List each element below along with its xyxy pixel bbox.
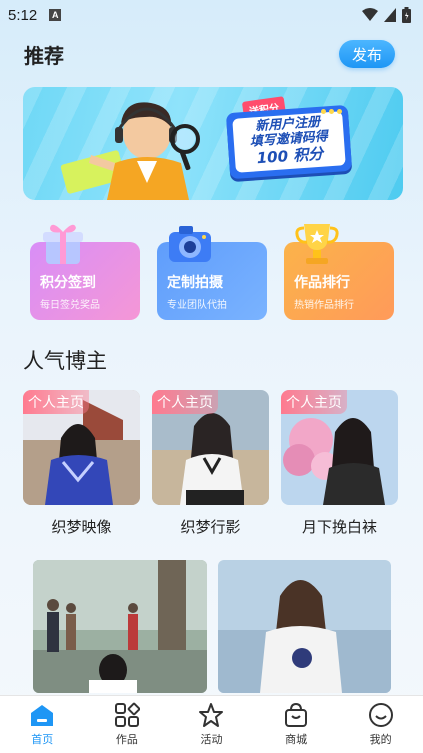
tab-label: 活动 bbox=[200, 733, 223, 746]
smiley-user-icon bbox=[368, 703, 393, 727]
cartoon-detective-illustration bbox=[89, 102, 200, 200]
tab-works[interactable]: 作品 bbox=[97, 702, 157, 747]
section-title: 人气博主 bbox=[23, 349, 107, 373]
profile-badge: 个人主页 bbox=[281, 390, 347, 414]
camera-icon bbox=[169, 226, 211, 262]
tab-home[interactable]: 首页 bbox=[12, 702, 72, 747]
feature-checkin[interactable]: 积分签到 每日签兑奖品 bbox=[30, 224, 140, 320]
trophy-icon bbox=[295, 224, 339, 264]
feature-title: 积分签到 bbox=[40, 275, 96, 291]
tab-profile[interactable]: 我的 bbox=[351, 702, 411, 747]
header: 推荐 发布 bbox=[24, 38, 395, 70]
status-bar: 5:12 A bbox=[0, 0, 423, 30]
feature-subtitle: 热销作品排行 bbox=[294, 300, 354, 311]
blogger-photo: 个人主页 bbox=[281, 390, 398, 505]
blogger-card[interactable]: 个人主页 月下挽白袜 bbox=[281, 390, 398, 537]
feed-photo bbox=[218, 560, 391, 693]
star-icon bbox=[199, 703, 224, 727]
feature-subtitle: 专业团队代拍 bbox=[167, 300, 227, 311]
battery-icon bbox=[402, 7, 411, 23]
blogger-name: 织梦映像 bbox=[51, 518, 112, 536]
tab-label: 商城 bbox=[285, 733, 308, 746]
promo-banner[interactable]: 送积分 新用户注册 填写邀请码得 100 积分 bbox=[23, 87, 403, 200]
grid-icon bbox=[114, 702, 140, 727]
banner-dots bbox=[321, 109, 342, 114]
publish-button[interactable]: 发布 bbox=[339, 40, 395, 68]
feature-ranking[interactable]: 作品排行 热销作品排行 bbox=[284, 224, 394, 320]
tab-events[interactable]: 活动 bbox=[181, 702, 241, 747]
tab-label: 我的 bbox=[369, 733, 392, 746]
profile-badge: 个人主页 bbox=[23, 390, 89, 414]
feed-photo bbox=[33, 560, 207, 693]
blogger-list: 个人主页 织梦映像 个人主页 织梦行影 个人主页 月下挽白袜 bbox=[23, 390, 400, 540]
bottom-tab-bar: 首页 作品 活动 商城 我的 bbox=[0, 695, 423, 753]
status-icons bbox=[362, 7, 411, 23]
feature-custom-shoot[interactable]: 定制拍摄 专业团队代拍 bbox=[157, 226, 267, 320]
profile-badge: 个人主页 bbox=[152, 390, 218, 414]
tab-shop[interactable]: 商城 bbox=[266, 702, 326, 747]
blogger-card[interactable]: 个人主页 织梦行影 bbox=[152, 390, 269, 537]
feed-item[interactable] bbox=[33, 560, 207, 693]
tab-label: 首页 bbox=[31, 733, 54, 746]
page-title: 推荐 bbox=[24, 43, 64, 68]
banner-card: 新用户注册 填写邀请码得 100 积分 bbox=[225, 104, 353, 180]
blogger-name: 织梦行影 bbox=[180, 518, 241, 536]
notification-a-icon: A bbox=[49, 9, 62, 21]
tab-label: 作品 bbox=[115, 733, 138, 746]
feed-item[interactable] bbox=[218, 560, 391, 693]
blogger-card[interactable]: 个人主页 织梦映像 bbox=[23, 390, 140, 537]
home-icon bbox=[31, 705, 54, 726]
feature-subtitle: 每日签兑奖品 bbox=[40, 300, 100, 311]
shopping-bag-icon bbox=[285, 702, 308, 727]
feature-title: 定制拍摄 bbox=[167, 275, 223, 291]
blogger-photo: 个人主页 bbox=[152, 390, 269, 505]
wifi-icon bbox=[362, 8, 378, 21]
feed-grid bbox=[33, 560, 391, 693]
banner-line-3: 100 积分 bbox=[256, 144, 324, 168]
feature-title: 作品排行 bbox=[294, 275, 350, 291]
status-time: 5:12 bbox=[8, 6, 38, 24]
blogger-photo: 个人主页 bbox=[23, 390, 140, 505]
blogger-name: 月下挽白袜 bbox=[301, 518, 377, 536]
feature-row: 积分签到 每日签兑奖品 定制拍摄 专业团队代拍 作品排行 热销作品排行 bbox=[30, 218, 395, 322]
gift-box-icon bbox=[43, 224, 83, 264]
signal-icon bbox=[384, 8, 396, 22]
